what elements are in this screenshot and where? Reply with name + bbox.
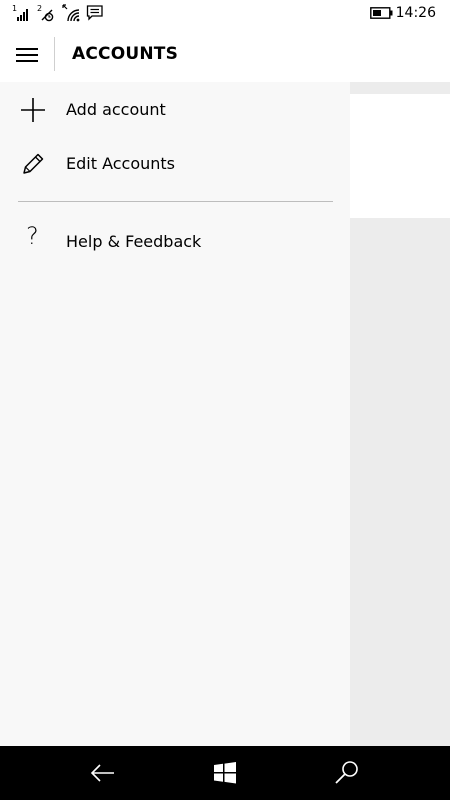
page-title: ACCOUNTS [72,44,179,64]
pencil-icon [23,153,44,174]
system-nav-bar [0,746,450,800]
nav-item-label: Help & Feedback [66,232,202,251]
nav-item-label: Add account [66,100,166,119]
nav-item-add-account[interactable]: Add account [0,84,350,136]
plus-icon [21,98,45,122]
header-divider [54,37,55,71]
wifi-icon [62,4,80,22]
nav-divider [18,201,333,202]
navigation-pane: Add account Edit Accounts ? Help & Feedb… [0,82,350,746]
back-icon[interactable] [88,758,118,788]
nav-item-help-feedback[interactable]: ? Help & Feedback [0,216,350,268]
message-icon [86,5,103,21]
app-header: ACCOUNTS [0,28,450,82]
status-bar: 1 2 14:26 [0,0,450,28]
signal-sim1-icon: 1 [12,4,28,21]
nav-item-label: Edit Accounts [66,154,176,173]
nav-item-edit-accounts[interactable]: Edit Accounts [0,138,350,190]
clock: 14:26 [395,5,436,21]
sim1-label: 1 [12,4,17,13]
hamburger-icon[interactable] [16,45,40,65]
windows-start-icon[interactable] [210,758,240,788]
search-icon[interactable] [332,758,362,788]
sim2-label: 2 [37,4,42,13]
battery-icon [370,7,393,19]
screen: 1 2 14:26 ACCOUNTS Add account Edit Acco… [0,0,450,800]
question-icon: ? [26,222,39,250]
signal-sim2-icon: 2 [37,4,54,22]
content-card[interactable] [350,94,450,218]
